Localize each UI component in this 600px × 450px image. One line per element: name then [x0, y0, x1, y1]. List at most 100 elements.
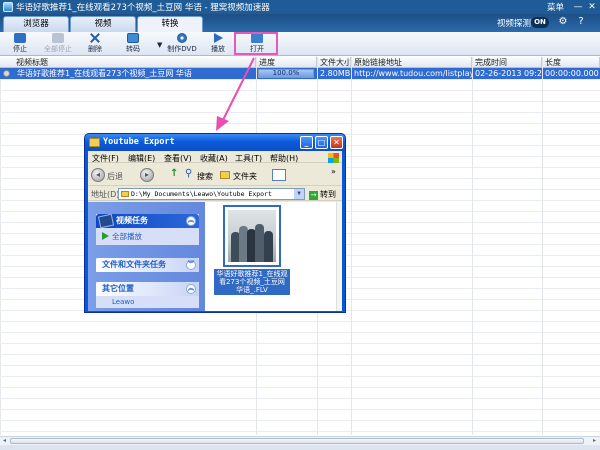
- explorer-toolbar: ◂ 后退 ▸ ↑ ⚲ 搜索 文件夹 »: [88, 164, 342, 186]
- table-row[interactable]: 华语好歌推荐1_在线观看273个视频_土豆网 华语 100.0% 2.80MB …: [0, 68, 600, 79]
- file-name[interactable]: 华语好歌推荐1_在线观看273个视频_土豆网 华语_.FLV: [214, 269, 290, 295]
- col-progress[interactable]: 进度: [256, 57, 317, 68]
- up-folder-icon[interactable]: ↑: [170, 168, 178, 179]
- make-dvd-button[interactable]: 制作DVD: [166, 33, 198, 55]
- convert-button[interactable]: 转码: [120, 33, 146, 55]
- search-button[interactable]: 搜索: [197, 171, 213, 182]
- play-button[interactable]: 播放: [206, 33, 230, 55]
- delete-icon: [89, 33, 101, 43]
- address-value: D:\My Documents\Leawo\Youtube Export: [131, 190, 272, 198]
- back-label[interactable]: 后退: [107, 171, 123, 182]
- cell-url: http://www.tudou.com/listplay...: [354, 69, 472, 78]
- close-button[interactable]: ✕: [586, 1, 598, 13]
- menu-help[interactable]: 帮助(H): [270, 153, 298, 164]
- menu-edit[interactable]: 编辑(E): [128, 153, 155, 164]
- back-icon[interactable]: ◂: [91, 168, 105, 182]
- stop-icon: [14, 33, 26, 43]
- scroll-right-icon[interactable]: ▸: [590, 437, 599, 445]
- column-divider: [472, 57, 473, 435]
- video-tasks-header[interactable]: 视频任务 ︽: [96, 213, 199, 229]
- file-view: 华语好歌推荐1_在线观看273个视频_土豆网 华语_.FLV: [205, 202, 342, 311]
- stop-all-button[interactable]: 全部停止: [40, 33, 76, 55]
- tab-convert[interactable]: 转换: [137, 16, 203, 32]
- menu-button[interactable]: 菜单: [547, 1, 564, 13]
- file-tasks-header[interactable]: 文件和文件夹任务 ︾: [96, 258, 199, 272]
- convert-icon: [127, 33, 139, 43]
- cell-title: 华语好歌推荐1_在线观看273个视频_土豆网 华语: [17, 69, 192, 78]
- thumbnail-figure: [264, 231, 273, 262]
- delete-label: 删除: [88, 45, 102, 53]
- goto-label: 转到: [320, 190, 336, 199]
- video-thumbnail[interactable]: [223, 205, 281, 267]
- col-completed[interactable]: 完成时间: [472, 57, 542, 68]
- gear-icon[interactable]: ⚙: [557, 16, 569, 28]
- thumbnail-figure: [255, 224, 264, 262]
- cell-completed: 02-26-2013 09:2...: [475, 69, 542, 78]
- other-place-link[interactable]: Leawo: [96, 296, 199, 308]
- menu-tools[interactable]: 工具(T): [235, 153, 262, 164]
- stop-button[interactable]: 停止: [6, 33, 34, 55]
- toolbar-overflow-icon[interactable]: »: [331, 167, 336, 176]
- folder-icon: [89, 138, 100, 147]
- cell-length: 00:00:00.000: [545, 69, 599, 78]
- menu-file[interactable]: 文件(F): [92, 153, 119, 164]
- delete-button[interactable]: 删除: [82, 33, 108, 55]
- folders-button[interactable]: 文件夹: [233, 171, 257, 182]
- stop-label: 停止: [13, 45, 27, 53]
- explorer-title-bar[interactable]: Youtube Export _ □ ✕: [85, 134, 345, 151]
- video-detect-label: 视频探测: [497, 19, 532, 29]
- col-length[interactable]: 长度: [542, 57, 600, 68]
- help-icon[interactable]: ?: [575, 16, 587, 28]
- minimize-button[interactable]: —: [572, 1, 584, 13]
- task-pane: 视频任务 ︽ 全部播放 文件和文件夹任务 ︾ 其它位置 ︽ Leawo: [88, 202, 205, 311]
- explorer-minimize-button[interactable]: _: [300, 136, 313, 149]
- horizontal-scrollbar[interactable]: ◂ ▸: [0, 436, 600, 445]
- folders-icon[interactable]: [220, 171, 230, 179]
- collapse-chevron-icon[interactable]: ︽: [186, 284, 196, 294]
- convert-dropdown-icon[interactable]: ▼: [157, 41, 162, 49]
- column-divider: [542, 57, 543, 435]
- views-icon[interactable]: [272, 169, 286, 181]
- explorer-vertical-scrollbar[interactable]: [336, 202, 342, 311]
- progress-text: 100.0%: [272, 69, 300, 77]
- video-tasks-title: 视频任务: [116, 216, 148, 225]
- explorer-close-button[interactable]: ✕: [330, 136, 343, 149]
- explorer-maximize-button[interactable]: □: [315, 136, 328, 149]
- goto-button[interactable]: → 转到: [309, 189, 336, 200]
- menu-view[interactable]: 查看(V): [164, 153, 192, 164]
- windows-logo-icon: [328, 153, 339, 163]
- address-input[interactable]: D:\My Documents\Leawo\Youtube Export ▼: [118, 188, 305, 200]
- play-label: 播放: [211, 45, 225, 53]
- play-all-link[interactable]: 全部播放: [96, 228, 199, 245]
- open-button-highlight: [234, 32, 278, 55]
- address-folder-icon: [121, 191, 129, 197]
- file-tasks-panel: 文件和文件夹任务 ︾: [96, 258, 199, 272]
- make-dvd-label: 制作DVD: [167, 45, 197, 53]
- film-icon: [97, 213, 115, 229]
- tab-video[interactable]: 视频: [70, 16, 136, 32]
- video-tasks-panel: 视频任务 ︽ 全部播放: [96, 213, 199, 245]
- explorer-window: Youtube Export _ □ ✕ 文件(F) 编辑(E) 查看(V) 收…: [84, 133, 346, 313]
- other-places-header[interactable]: 其它位置 ︽: [96, 282, 199, 296]
- explorer-title: Youtube Export: [103, 137, 175, 147]
- other-places-panel: 其它位置 ︽ Leawo: [96, 282, 199, 308]
- expand-chevron-icon[interactable]: ︾: [186, 260, 196, 270]
- stop-all-label: 全部停止: [44, 45, 72, 53]
- window-title: 华语好歌推荐1_在线观看273个视频_土豆网 华语 - 狸窝视频加速器: [16, 3, 270, 13]
- scroll-left-icon[interactable]: ◂: [0, 437, 9, 445]
- forward-icon[interactable]: ▸: [140, 168, 154, 182]
- collapse-chevron-icon[interactable]: ︽: [186, 216, 196, 226]
- detect-toggle[interactable]: ON: [531, 17, 549, 28]
- address-dropdown-icon[interactable]: ▼: [294, 189, 304, 199]
- col-size[interactable]: 文件大小: [317, 57, 351, 68]
- menu-favorites[interactable]: 收藏(A): [200, 153, 228, 164]
- app-icon: [3, 2, 13, 12]
- video-thumbnail-image: [228, 210, 276, 262]
- col-url[interactable]: 原始链接地址: [351, 57, 472, 68]
- search-icon[interactable]: ⚲: [185, 168, 192, 179]
- explorer-body: 文件(F) 编辑(E) 查看(V) 收藏(A) 工具(T) 帮助(H) ◂ 后退…: [88, 151, 342, 311]
- tab-browser[interactable]: 浏览器: [3, 16, 69, 32]
- scroll-thumb[interactable]: [10, 438, 584, 444]
- cell-size: 2.80MB: [320, 69, 351, 78]
- col-title[interactable]: 视频标题: [0, 57, 256, 68]
